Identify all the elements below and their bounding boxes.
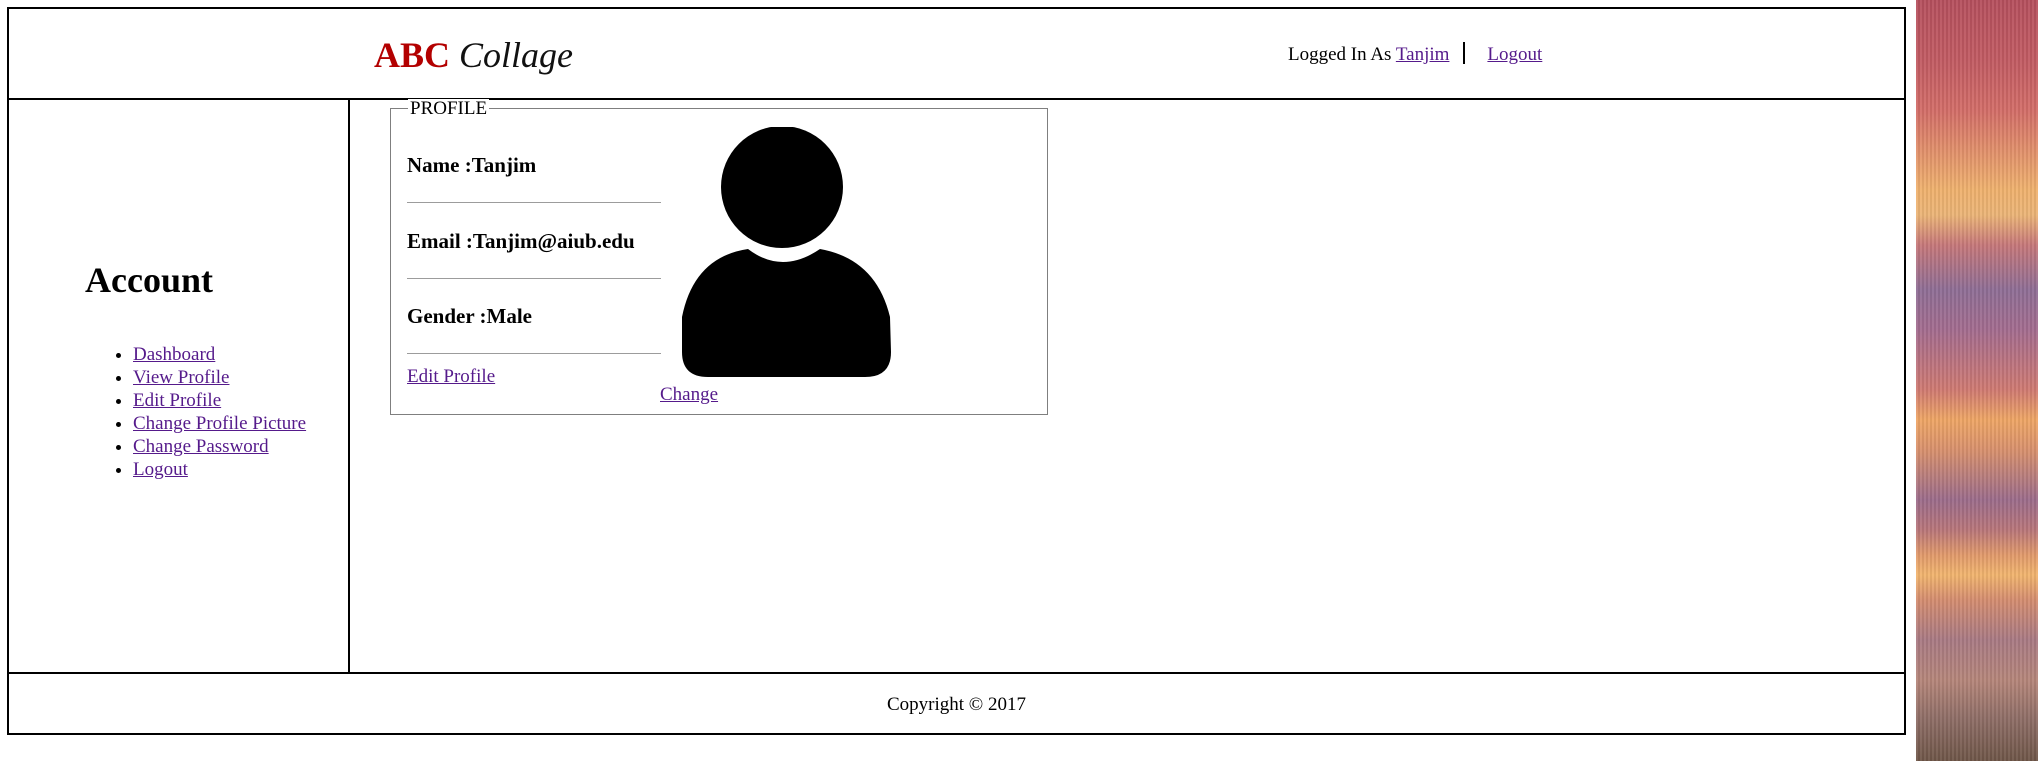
sidebar: Account Dashboard View Profile Edit Prof… (9, 100, 350, 672)
profile-email: Email :Tanjim@aiub.edu (407, 229, 635, 253)
logged-in-as-label: Logged In As (1288, 44, 1392, 65)
view-profile-link[interactable]: View Profile (133, 367, 229, 388)
copyright-text: Copyright © 2017 (887, 694, 1026, 715)
change-password-link[interactable]: Change Password (133, 436, 269, 457)
profile-gender: Gender :Male (407, 304, 532, 328)
sidebar-menu: Dashboard View Profile Edit Profile Chan… (85, 343, 313, 481)
change-profile-picture-link[interactable]: Change Profile Picture (133, 413, 306, 434)
footer: Copyright © 2017 (9, 672, 1904, 735)
divider (407, 278, 661, 279)
divider (407, 353, 661, 354)
sidebar-item-edit-profile: Edit Profile (133, 389, 313, 412)
site-logo: ABC Collage (374, 35, 573, 75)
sidebar-item-dashboard: Dashboard (133, 343, 313, 366)
profile-panel: PROFILE Name :Tanjim Email :Tanjim@aiub.… (390, 99, 1048, 415)
edit-profile-button[interactable]: Edit Profile (407, 366, 495, 388)
sidebar-item-change-profile-picture: Change Profile Picture (133, 412, 313, 435)
user-silhouette-icon (682, 127, 891, 377)
sidebar-item-view-profile: View Profile (133, 366, 313, 389)
header-logout-link[interactable]: Logout (1487, 44, 1542, 65)
page-layout: ABC Collage Logged In As Tanjim Logout Ac… (7, 7, 1906, 735)
username-link[interactable]: Tanjim (1396, 44, 1450, 65)
change-picture-button[interactable]: Change (660, 384, 718, 406)
sidebar-title: Account (85, 260, 213, 300)
main-content: PROFILE Name :Tanjim Email :Tanjim@aiub.… (350, 99, 1904, 672)
sidebar-item-change-password: Change Password (133, 435, 313, 458)
background-image-strip (1916, 0, 2038, 761)
logo-abc-text: ABC (374, 35, 451, 75)
profile-legend: PROFILE (408, 98, 490, 119)
dashboard-link[interactable]: Dashboard (133, 344, 215, 365)
sidebar-logout-link[interactable]: Logout (133, 459, 188, 480)
sidebar-item-logout: Logout (133, 458, 313, 481)
logo-collage-text: Collage (459, 35, 574, 75)
edit-profile-link[interactable]: Edit Profile (133, 390, 221, 411)
header: ABC Collage Logged In As Tanjim Logout (9, 9, 1904, 100)
login-status: Logged In As Tanjim Logout (1288, 42, 1542, 67)
profile-name: Name :Tanjim (407, 153, 537, 177)
divider (407, 202, 661, 203)
header-divider (1463, 42, 1466, 64)
